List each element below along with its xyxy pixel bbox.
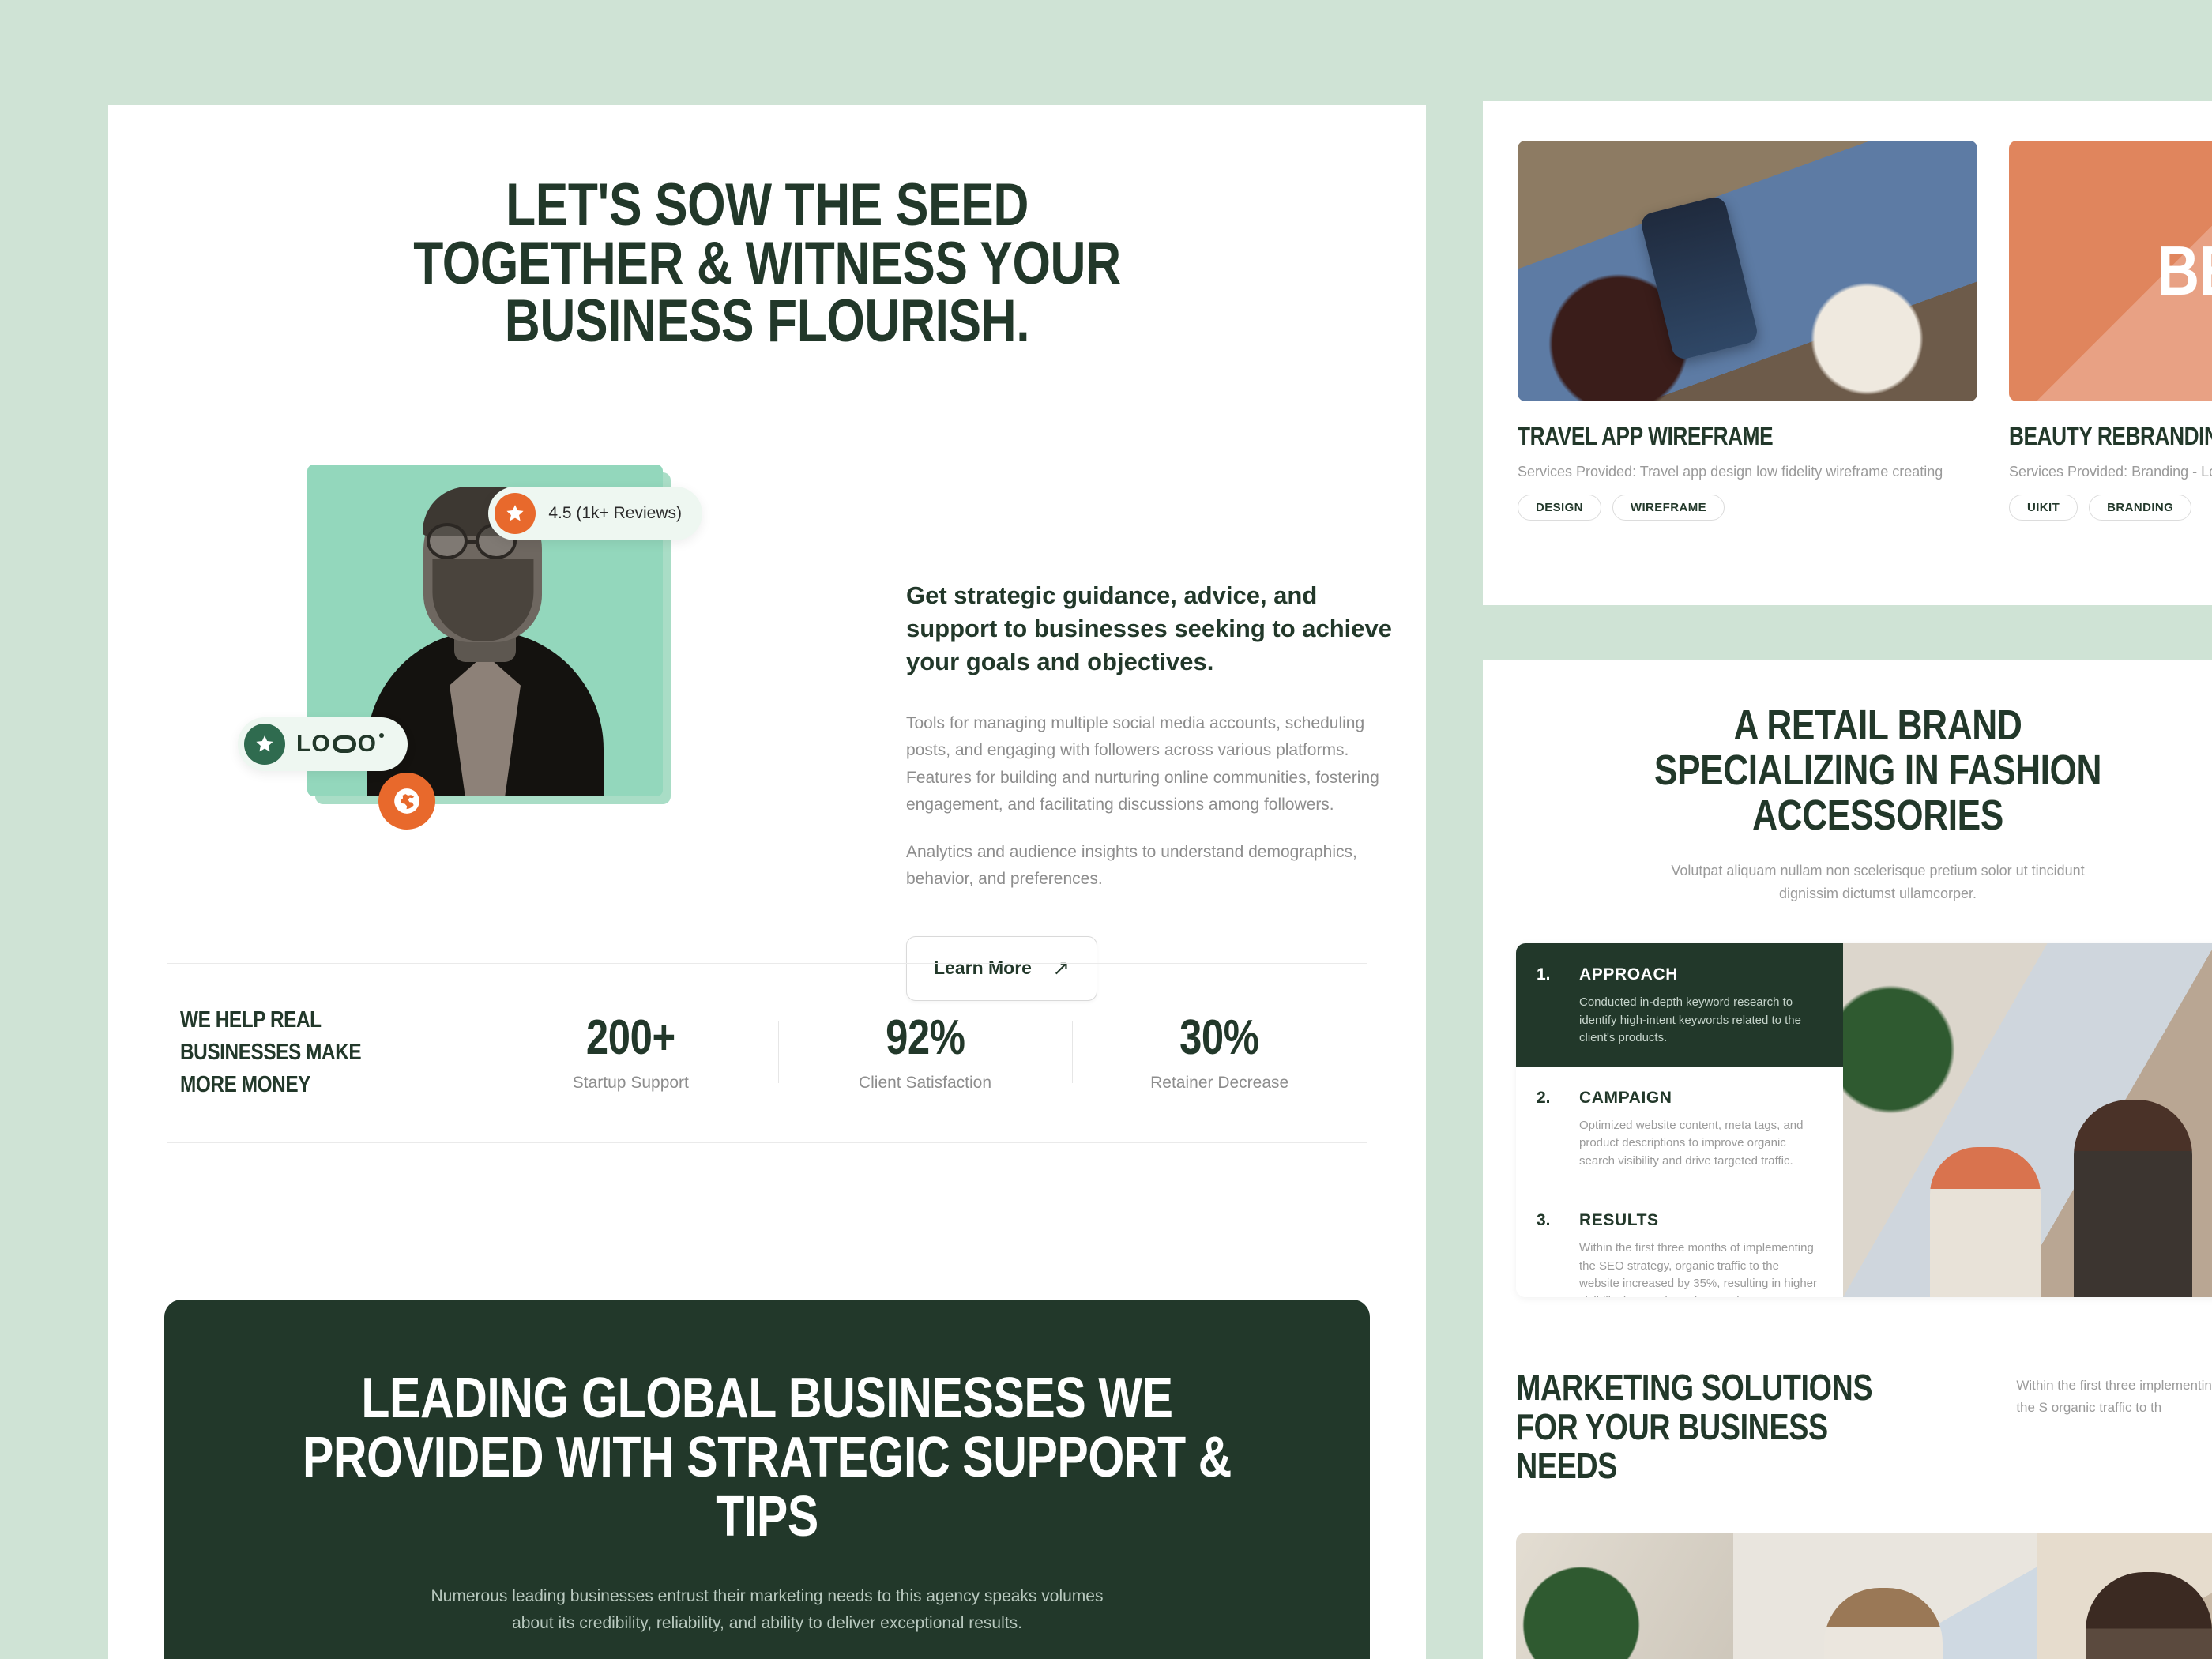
- project-description: Services Provided: Travel app design low…: [1518, 464, 1943, 480]
- step-title: APPROACH: [1579, 965, 1678, 984]
- glasses-left-lens: [427, 523, 468, 559]
- star-icon: [495, 493, 536, 534]
- banner-subtitle: Numerous leading businesses entrust thei…: [164, 1583, 1370, 1637]
- retail-title-line-2: SPECIALIZING IN FASHION: [1653, 747, 2102, 795]
- banner-sub-line-2: about its credibility, reliability, and …: [512, 1613, 1022, 1632]
- project-title: BEAUTY REBRANDING: [2009, 422, 2212, 450]
- retail-sub-line-1: Volutpat aliquam nullam non scelerisque …: [1671, 862, 2085, 878]
- marketing-header: MARKETING SOLUTIONS FOR YOUR BUSINESS NE…: [1516, 1367, 2212, 1487]
- title-line-2: TOGETHER & WITNESS YOUR: [413, 229, 1121, 297]
- stat-value: 200+: [585, 1010, 675, 1065]
- project-tags: UIKIT BRANDING: [2009, 495, 2212, 521]
- stat-caption: Client Satisfaction: [858, 1073, 992, 1092]
- step-number: 2.: [1537, 1088, 1551, 1107]
- marketing-title-line-2: FOR YOUR BUSINESS NEEDS: [1516, 1405, 1828, 1487]
- page-title: LET'S SOW THE SEED TOGETHER & WITNESS YO…: [227, 171, 1307, 356]
- retail-title: A RETAIL BRAND SPECIALIZING IN FASHION A…: [1554, 702, 2202, 840]
- project-thumbnail: BETY.: [2009, 141, 2212, 401]
- step-number: 3.: [1537, 1211, 1551, 1229]
- stat-item: 92% Client Satisfaction: [777, 1010, 1073, 1093]
- marketing-photo-2: [1732, 1533, 2037, 1659]
- step-title: CAMPAIGN: [1579, 1088, 1672, 1107]
- glasses-bridge: [466, 540, 477, 544]
- leading-businesses-banner: LEADING GLOBAL BUSINESSES WE PROVIDED WI…: [164, 1300, 1370, 1659]
- stats-heading-line-3: MORE MONEY: [180, 1072, 310, 1098]
- logo-suffix: O: [357, 731, 378, 757]
- case-study-photo: [1843, 943, 2212, 1297]
- banner-title-line-2: PROVIDED WITH STRATEGIC SUPPORT & TIPS: [302, 1425, 1232, 1548]
- page-root: LET'S SOW THE SEED TOGETHER & WITNESS YO…: [0, 0, 2212, 1659]
- stats-heading-line-1: WE HELP REAL: [180, 1006, 322, 1033]
- hero-paragraph-1: Tools for managing multiple social media…: [906, 714, 1379, 814]
- tag-chip[interactable]: WIREFRAME: [1612, 495, 1725, 521]
- reviews-badge[interactable]: 4.5 (1k+ Reviews): [488, 487, 702, 540]
- reviews-badge-label: 4.5 (1k+ Reviews): [548, 504, 682, 522]
- retail-case-study-card: A RETAIL BRAND SPECIALIZING IN FASHION A…: [1483, 660, 2212, 1450]
- hero-photo-block: 4.5 (1k+ Reviews) LO O: [238, 465, 702, 830]
- globe-icon[interactable]: [378, 773, 435, 830]
- projects-card: TRAVEL APP WIREFRAME Services Provided: …: [1483, 101, 2212, 605]
- project-tags: DESIGN WIREFRAME: [1518, 495, 1977, 521]
- step-number: 1.: [1537, 965, 1551, 984]
- retail-title-line-3: ACCESSORIES: [1752, 792, 2003, 840]
- marketing-photo-3: [2037, 1533, 2212, 1659]
- step-item-campaign[interactable]: 2. CAMPAIGN Optimized website content, m…: [1516, 1066, 1843, 1190]
- stat-item: 200+ Startup Support: [483, 1010, 778, 1093]
- project-thumbnail: [1518, 141, 1977, 401]
- retail-sub-line-2: dignissim dictumst ullamcorper.: [1778, 885, 1977, 901]
- stats-divider-bottom: [167, 1142, 1367, 1143]
- banner-title: LEADING GLOBAL BUSINESSES WE PROVIDED WI…: [273, 1369, 1261, 1547]
- hero-text-column: Get strategic guidance, advice, and supp…: [906, 579, 1396, 1001]
- logo-prefix: LO: [296, 731, 331, 757]
- retail-header: A RETAIL BRAND SPECIALIZING IN FASHION A…: [1483, 660, 2212, 905]
- retail-subtitle: Volutpat aliquam nullam non scelerisque …: [1483, 860, 2212, 905]
- stat-value: 30%: [1179, 1010, 1259, 1065]
- project-description: Services Provided: Branding - Logo,: [2009, 464, 2212, 480]
- stats-heading: WE HELP REAL BUSINESSES MAKE MORE MONEY: [167, 1004, 483, 1102]
- logo-dot-icon: [379, 733, 385, 738]
- tag-chip[interactable]: DESIGN: [1518, 495, 1601, 521]
- marketing-photo-strip: [1516, 1533, 2212, 1659]
- title-line-1: LET'S SOW THE SEED: [506, 171, 1029, 239]
- project-item[interactable]: BETY. BEAUTY REBRANDING Services Provide…: [2009, 141, 2212, 521]
- tag-chip[interactable]: BRANDING: [2089, 495, 2192, 521]
- step-item-approach[interactable]: 1. APPROACH Conducted in-depth keyword r…: [1516, 943, 1843, 1066]
- project-list: TRAVEL APP WIREFRAME Services Provided: …: [1518, 141, 2212, 521]
- marketing-title: MARKETING SOLUTIONS FOR YOUR BUSINESS NE…: [1516, 1367, 1926, 1487]
- stat-caption: Retainer Decrease: [1150, 1073, 1289, 1092]
- hero-paragraph-2: Analytics and audience insights to under…: [906, 842, 1357, 888]
- marketing-paragraph: Within the first three implementing the …: [2016, 1378, 2212, 1415]
- retail-title-line-1: A RETAIL BRAND: [1733, 702, 2022, 749]
- case-study-steps-panel: 1. APPROACH Conducted in-depth keyword r…: [1516, 943, 2212, 1297]
- title-line-3: BUSINESS FLOURISH.: [504, 288, 1030, 356]
- logo-oval-icon: [332, 735, 356, 753]
- banner-sub-line-1: Numerous leading businesses entrust thei…: [431, 1586, 1104, 1605]
- step-description: Within the first three months of impleme…: [1579, 1241, 1818, 1297]
- banner-title-line-1: LEADING GLOBAL BUSINESSES WE: [361, 1367, 1173, 1430]
- stat-value: 92%: [885, 1010, 965, 1065]
- stats-heading-line-2: BUSINESSES MAKE: [180, 1039, 362, 1065]
- step-description: Conducted in-depth keyword research to i…: [1579, 995, 1801, 1044]
- stat-item: 30% Retainer Decrease: [1072, 1010, 1367, 1093]
- project-title: TRAVEL APP WIREFRAME: [1518, 422, 1774, 450]
- star-icon: [244, 724, 285, 765]
- logo-wordmark: LO O: [296, 731, 385, 758]
- marketing-title-line-1: MARKETING SOLUTIONS: [1516, 1367, 1873, 1408]
- logo-badge[interactable]: LO O: [238, 717, 408, 771]
- stats-row: WE HELP REAL BUSINESSES MAKE MORE MONEY …: [167, 963, 1367, 1142]
- step-description: Optimized website content, meta tags, an…: [1579, 1118, 1804, 1168]
- left-page-card: LET'S SOW THE SEED TOGETHER & WITNESS YO…: [108, 105, 1426, 1659]
- step-item-results[interactable]: 3. RESULTS Within the first three months…: [1516, 1189, 1843, 1297]
- marketing-solutions-card: MARKETING SOLUTIONS FOR YOUR BUSINESS NE…: [1483, 1335, 2212, 1659]
- project-overlay-text: BETY.: [2157, 231, 2212, 310]
- stat-caption: Startup Support: [572, 1073, 689, 1092]
- project-item[interactable]: TRAVEL APP WIREFRAME Services Provided: …: [1518, 141, 1977, 521]
- steps-list: 1. APPROACH Conducted in-depth keyword r…: [1516, 943, 1843, 1297]
- marketing-photo-1: [1516, 1533, 1733, 1659]
- tag-chip[interactable]: UIKIT: [2009, 495, 2078, 521]
- step-title: RESULTS: [1579, 1211, 1659, 1229]
- hero-lead: Get strategic guidance, advice, and supp…: [906, 581, 1393, 676]
